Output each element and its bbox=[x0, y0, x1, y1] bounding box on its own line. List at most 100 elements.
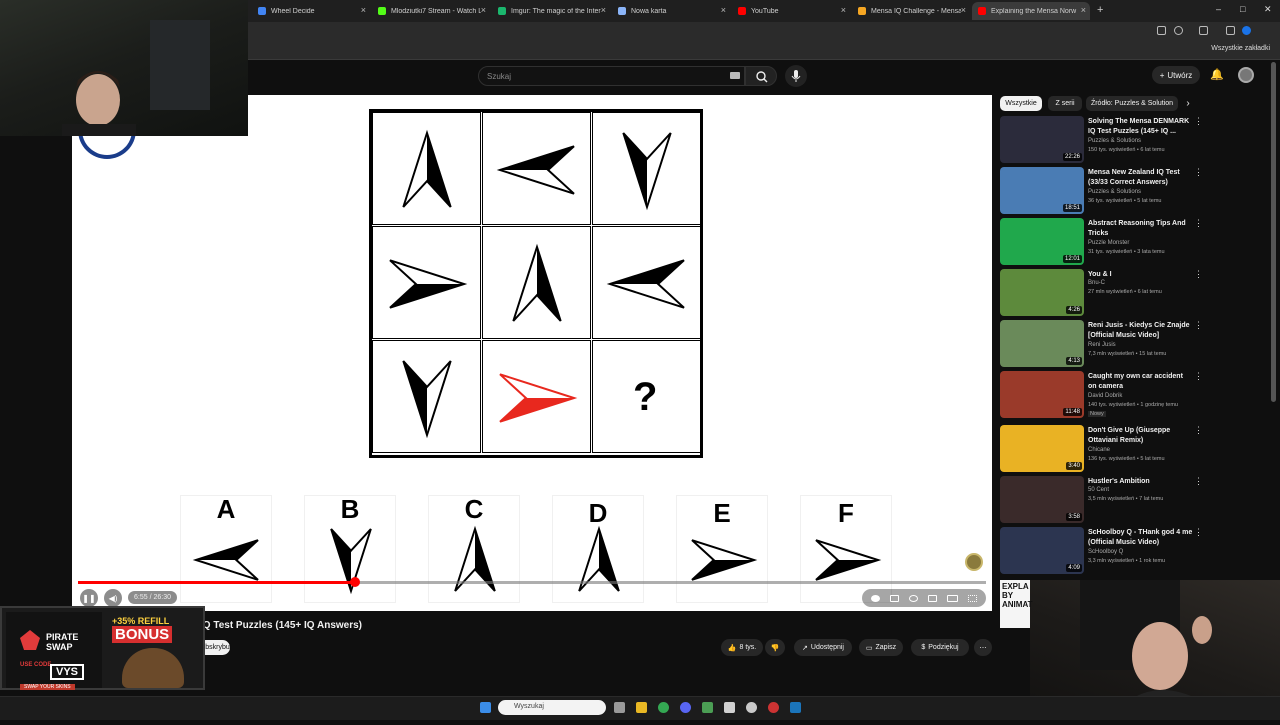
subtitles-icon[interactable] bbox=[890, 594, 899, 602]
chrome-icon[interactable] bbox=[658, 702, 669, 713]
browser-tab[interactable]: Nowa karta × bbox=[612, 2, 730, 20]
more-actions-button[interactable]: ⋯ bbox=[974, 639, 992, 656]
profile-icon[interactable] bbox=[1242, 26, 1251, 35]
recommendation-item[interactable]: 3:40 Don't Give Up (Giuseppe Ottaviani Re… bbox=[1000, 425, 1270, 473]
discord-icon[interactable] bbox=[680, 702, 691, 713]
video-thumbnail[interactable]: 3:58 bbox=[1000, 476, 1084, 523]
video-thumbnail[interactable]: 4:13 bbox=[1000, 320, 1084, 367]
app2-icon[interactable] bbox=[746, 702, 757, 713]
recommendation-item[interactable]: 11:48 Caught my own car accident on camer… bbox=[1000, 371, 1270, 419]
all-bookmarks-link[interactable]: Wszystkie zakładki bbox=[1211, 45, 1270, 52]
recommendation-item[interactable]: 18:51 Mensa New Zealand IQ Test (33/33 Co… bbox=[1000, 167, 1270, 215]
app3-icon[interactable] bbox=[768, 702, 779, 713]
taskbar-search-input[interactable]: Wyszukaj bbox=[498, 700, 606, 715]
browser-tab[interactable]: YouTube × bbox=[732, 2, 850, 20]
more-options-icon[interactable]: ⋮ bbox=[1194, 218, 1203, 229]
keyboard-icon[interactable] bbox=[730, 72, 740, 79]
spreadsheet-app-icon[interactable] bbox=[702, 702, 713, 713]
account-avatar[interactable] bbox=[1238, 67, 1254, 83]
more-options-icon[interactable]: ⋮ bbox=[1194, 476, 1203, 487]
recommendation-item[interactable]: 3:58 Hustler's Ambition 50 Cent 3,5 mln wyś… bbox=[1000, 476, 1270, 524]
video-title[interactable]: Solving The Mensa DENMARK IQ Test Puzzle… bbox=[1088, 117, 1193, 137]
tab-close-icon[interactable]: × bbox=[601, 5, 606, 15]
video-title[interactable]: Reni Jusis - Kiedys Cie Znajde [Official… bbox=[1088, 321, 1193, 341]
video-thumbnail[interactable]: 4:26 bbox=[1000, 269, 1084, 316]
minimize-button[interactable]: – bbox=[1216, 4, 1221, 14]
chips-next-icon[interactable]: › bbox=[1182, 96, 1194, 111]
recommendation-item[interactable]: 12:01 Abstract Reasoning Tips And Tricks P… bbox=[1000, 218, 1270, 266]
channel-name[interactable]: ScHoolboy Q bbox=[1088, 549, 1123, 555]
more-options-icon[interactable]: ⋮ bbox=[1194, 425, 1203, 436]
thanks-button[interactable]: $ Podziękuj bbox=[911, 639, 969, 656]
voice-search-button[interactable] bbox=[785, 65, 807, 87]
video-title[interactable]: Mensa New Zealand IQ Test (33/33 Correct… bbox=[1088, 168, 1193, 188]
channel-name[interactable]: Bnu-C bbox=[1088, 280, 1105, 286]
video-thumbnail[interactable]: 12:01 bbox=[1000, 218, 1084, 265]
video-title[interactable]: ScHoolboy Q - THank god 4 me (Official M… bbox=[1088, 528, 1193, 548]
channel-watermark-icon[interactable] bbox=[965, 553, 983, 571]
theater-mode-icon[interactable] bbox=[947, 594, 958, 602]
channel-name[interactable]: David Dobrik bbox=[1088, 393, 1122, 399]
recommendation-partial-thumb[interactable]: EXPLA BY ANIMAT bbox=[1000, 580, 1033, 628]
bookmark-star-icon[interactable] bbox=[1174, 26, 1183, 35]
search-input[interactable]: Szukaj bbox=[478, 66, 745, 86]
tab-close-icon[interactable]: × bbox=[961, 5, 966, 15]
recommendation-item[interactable]: 4:13 Reni Jusis - Kiedys Cie Znajde [Offi… bbox=[1000, 320, 1270, 368]
cast-icon[interactable] bbox=[1157, 26, 1166, 35]
progress-bar[interactable] bbox=[78, 577, 986, 587]
steam-icon[interactable] bbox=[790, 702, 801, 713]
volume-button[interactable]: ◀) bbox=[104, 589, 122, 607]
browser-tab[interactable]: Imgur: The magic of the Intern × bbox=[492, 2, 610, 20]
recommendation-item[interactable]: 22:26 Solving The Mensa DENMARK IQ Test P… bbox=[1000, 116, 1270, 164]
create-button[interactable]: + Utwórz bbox=[1152, 66, 1200, 84]
tab-close-icon[interactable]: × bbox=[721, 5, 726, 15]
browser-tab[interactable]: Wheel Decide × bbox=[252, 2, 370, 20]
close-window-button[interactable]: ✕ bbox=[1264, 4, 1272, 15]
notifications-bell-icon[interactable]: 🔔 bbox=[1210, 68, 1224, 81]
video-thumbnail[interactable]: 4:09 bbox=[1000, 527, 1084, 574]
tab-search-icon[interactable] bbox=[1226, 26, 1235, 35]
video-thumbnail[interactable]: 18:51 bbox=[1000, 167, 1084, 214]
autoplay-toggle-icon[interactable] bbox=[871, 594, 880, 602]
task-view-icon[interactable] bbox=[614, 702, 625, 713]
video-title[interactable]: Caught my own car accident on camera bbox=[1088, 372, 1193, 392]
channel-name[interactable]: 50 Cent bbox=[1088, 487, 1109, 493]
recommendation-item[interactable]: 4:09 ScHoolboy Q - THank god 4 me (Offici… bbox=[1000, 527, 1270, 575]
chip-series[interactable]: Z serii bbox=[1048, 96, 1082, 111]
channel-name[interactable]: Puzzles & Solutions bbox=[1088, 189, 1141, 195]
recommendation-item[interactable]: 4:26 You & I Bnu-C 27 mln wyświetleń • 6 la… bbox=[1000, 269, 1270, 317]
video-title[interactable]: Abstract Reasoning Tips And Tricks bbox=[1088, 219, 1193, 239]
more-options-icon[interactable]: ⋮ bbox=[1194, 320, 1203, 331]
channel-name[interactable]: Chicane bbox=[1088, 447, 1110, 453]
like-button[interactable]: 👍 8 tys. bbox=[721, 639, 763, 656]
progress-scrubber[interactable] bbox=[349, 577, 360, 587]
video-thumbnail[interactable]: 22:26 bbox=[1000, 116, 1084, 163]
dislike-button[interactable]: 👎 bbox=[765, 639, 785, 656]
extensions-icon[interactable] bbox=[1199, 26, 1208, 35]
search-button[interactable] bbox=[745, 66, 777, 86]
more-options-icon[interactable]: ⋮ bbox=[1194, 116, 1203, 127]
video-title[interactable]: You & I bbox=[1088, 270, 1193, 280]
channel-name[interactable]: Reni Jusis bbox=[1088, 342, 1116, 348]
miniplayer-icon[interactable] bbox=[928, 594, 937, 602]
video-title[interactable]: Don't Give Up (Giuseppe Ottaviani Remix) bbox=[1088, 426, 1193, 446]
channel-name[interactable]: Puzzle Monster bbox=[1088, 240, 1129, 246]
share-button[interactable]: ↗ Udostępnij bbox=[794, 639, 852, 656]
video-player[interactable]: ? A B C DEF ❚❚ ◀) 6:55 / 26:30 bbox=[72, 95, 992, 611]
chip-all[interactable]: Wszystkie bbox=[1000, 96, 1042, 111]
fullscreen-icon[interactable] bbox=[968, 594, 977, 602]
browser-tab[interactable]: Explaining the Mensa Norw × bbox=[972, 2, 1090, 20]
settings-gear-icon[interactable] bbox=[909, 594, 918, 602]
more-options-icon[interactable]: ⋮ bbox=[1194, 527, 1203, 538]
video-thumbnail[interactable]: 3:40 bbox=[1000, 425, 1084, 472]
pause-button[interactable]: ❚❚ bbox=[80, 589, 98, 607]
windows-start-icon[interactable] bbox=[480, 702, 491, 713]
tab-close-icon[interactable]: × bbox=[1081, 5, 1086, 15]
browser-tab[interactable]: Mlodziutki7 Stream - Watch Li × bbox=[372, 2, 490, 20]
app-icon[interactable] bbox=[724, 702, 735, 713]
tab-close-icon[interactable]: × bbox=[481, 5, 486, 15]
file-explorer-icon[interactable] bbox=[636, 702, 647, 713]
save-button[interactable]: ▭ Zapisz bbox=[859, 639, 903, 656]
browser-tab[interactable]: Mensa IQ Challenge - Mensa I × bbox=[852, 2, 970, 20]
channel-name[interactable]: Puzzles & Solutions bbox=[1088, 138, 1141, 144]
